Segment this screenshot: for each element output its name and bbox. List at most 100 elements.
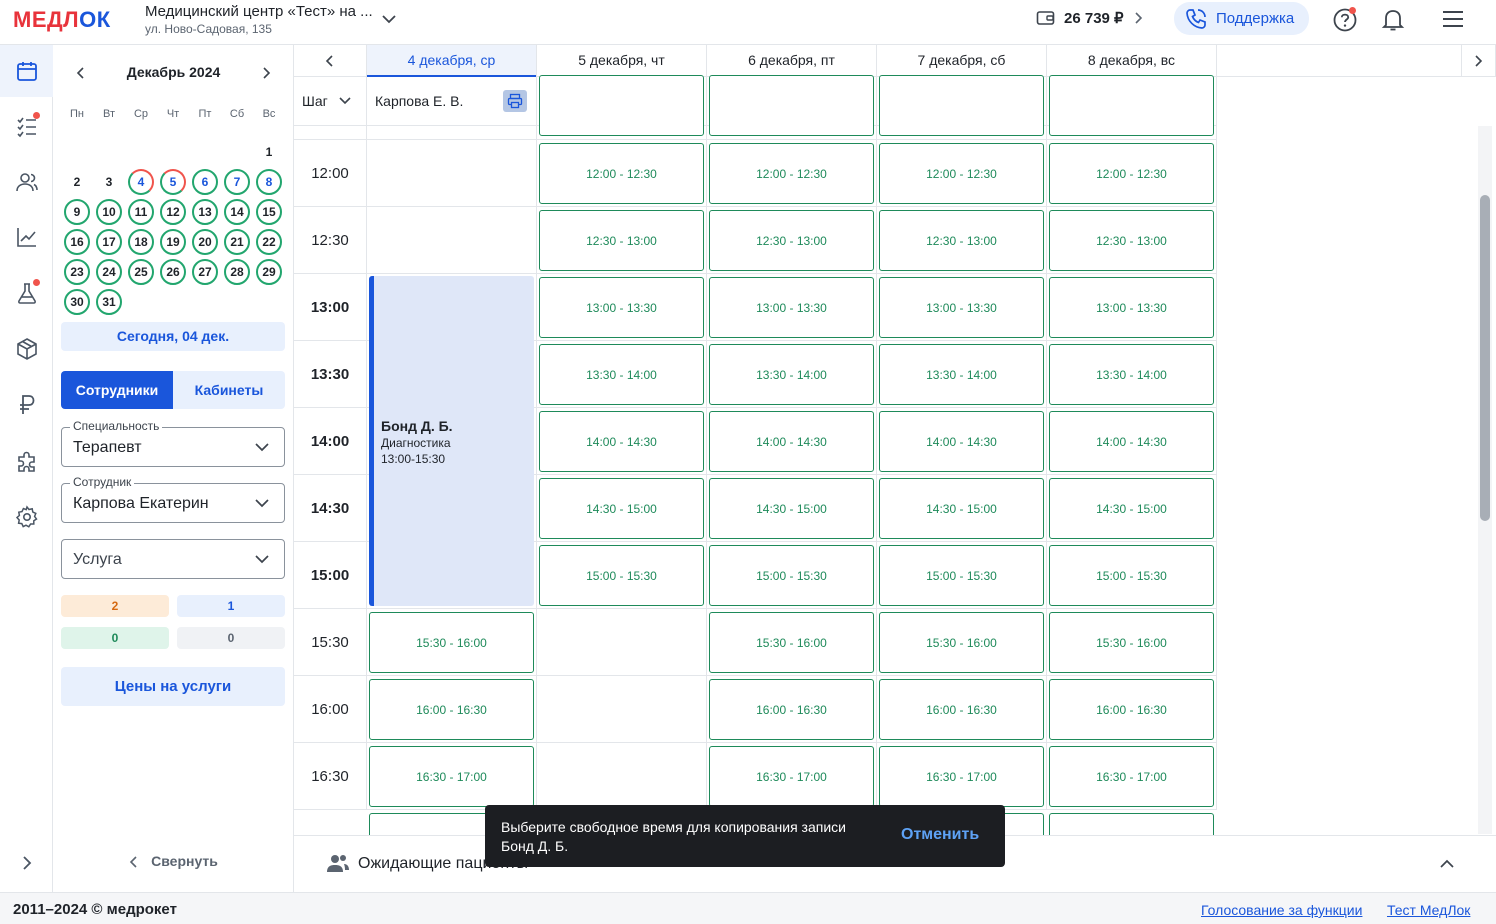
help-icon[interactable]	[1332, 7, 1358, 33]
time-slot[interactable]: 14:00 - 14:30	[709, 411, 874, 472]
test-medlok-link[interactable]: Тест МедЛок	[1387, 902, 1470, 918]
calendar-day[interactable]: 17	[96, 229, 122, 255]
support-button[interactable]: Поддержка	[1174, 2, 1309, 35]
time-slot[interactable]: 15:30 - 16:00	[709, 612, 874, 673]
calendar-day[interactable]: 14	[224, 199, 250, 225]
calendar-day[interactable]: 18	[128, 229, 154, 255]
time-slot[interactable]: 15:00 - 15:30	[539, 545, 704, 606]
calendar-day[interactable]: 22	[256, 229, 282, 255]
time-slot[interactable]	[1049, 75, 1214, 136]
calendar-day[interactable]: 30	[64, 289, 90, 315]
time-slot[interactable]	[879, 75, 1044, 136]
nav-finance[interactable]	[0, 379, 53, 431]
employee-select[interactable]: Сотрудник Карпова Екатерин	[61, 475, 285, 523]
time-slot[interactable]	[709, 75, 874, 136]
calendar-day[interactable]: 13	[192, 199, 218, 225]
balance[interactable]: 26 739 ₽	[1036, 9, 1144, 27]
calendar-day[interactable]: 27	[192, 259, 218, 285]
nav-patients[interactable]	[0, 156, 53, 208]
time-slot[interactable]: 16:30 - 17:00	[369, 746, 534, 807]
nav-calendar[interactable]	[0, 45, 53, 97]
next-month-icon[interactable]	[260, 66, 272, 80]
grid-cell[interactable]	[537, 676, 707, 743]
time-slot[interactable]: 14:30 - 15:00	[1049, 478, 1214, 539]
time-slot[interactable]: 15:00 - 15:30	[1049, 545, 1214, 606]
time-slot[interactable]: 13:00 - 13:30	[1049, 277, 1214, 338]
toast-cancel-button[interactable]: Отменить	[901, 826, 979, 844]
time-slot[interactable]: 12:00 - 12:30	[539, 143, 704, 204]
clinic-name[interactable]: Медицинский центр «Тест» на ...	[145, 3, 373, 20]
time-slot[interactable]: 15:30 - 16:00	[1049, 612, 1214, 673]
calendar-day[interactable]: 23	[64, 259, 90, 285]
time-slot[interactable]: 13:30 - 14:00	[539, 344, 704, 405]
calendar-day[interactable]: 26	[160, 259, 186, 285]
nav-settings[interactable]	[0, 491, 53, 543]
calendar-day[interactable]: 3	[96, 169, 122, 195]
calendar-day[interactable]: 1	[256, 139, 282, 165]
nav-warehouse[interactable]	[0, 323, 53, 375]
tab-rooms[interactable]: Кабинеты	[173, 371, 285, 409]
time-slot[interactable]: 16:30 - 17:00	[1049, 746, 1214, 807]
time-slot[interactable]: 14:30 - 15:00	[709, 478, 874, 539]
time-slot[interactable]: 12:00 - 12:30	[709, 143, 874, 204]
time-slot[interactable]: 16:00 - 16:30	[879, 679, 1044, 740]
grid-cell[interactable]	[537, 609, 707, 676]
expand-rail-button[interactable]	[0, 837, 53, 889]
collapse-button[interactable]: Свернуть	[53, 853, 294, 869]
time-slot[interactable]: 13:30 - 14:00	[709, 344, 874, 405]
time-slot[interactable]: 12:30 - 13:00	[1049, 210, 1214, 271]
vote-link[interactable]: Голосование за функции	[1201, 902, 1362, 918]
next-days-button[interactable]	[1461, 45, 1496, 77]
calendar-day[interactable]: 16	[64, 229, 90, 255]
time-slot[interactable]: 16:00 - 16:30	[369, 679, 534, 740]
time-slot[interactable]: 15:00 - 15:30	[879, 545, 1044, 606]
time-slot[interactable]: 14:00 - 14:30	[879, 411, 1044, 472]
time-slot[interactable]: 12:30 - 13:00	[539, 210, 704, 271]
tab-staff[interactable]: Сотрудники	[61, 371, 173, 409]
time-slot[interactable]	[539, 75, 704, 136]
scrollbar-thumb[interactable]	[1480, 195, 1490, 521]
time-slot[interactable]: 13:30 - 14:00	[1049, 344, 1214, 405]
time-slot[interactable]: 12:30 - 13:00	[879, 210, 1044, 271]
time-slot[interactable]: 15:00 - 15:30	[709, 545, 874, 606]
time-slot[interactable]: 12:30 - 13:00	[709, 210, 874, 271]
nav-lab[interactable]	[0, 267, 53, 319]
grid-cell[interactable]	[367, 207, 537, 274]
calendar-day[interactable]: 7	[224, 169, 250, 195]
appointment-card[interactable]: Бонд Д. Б. Диагностика 13:00-15:30	[369, 276, 534, 606]
calendar-day[interactable]: 20	[192, 229, 218, 255]
time-slot[interactable]: 16:00 - 16:30	[1049, 679, 1214, 740]
calendar-day[interactable]: 5	[160, 169, 186, 195]
time-slot[interactable]: 14:30 - 15:00	[879, 478, 1044, 539]
time-slot[interactable]: 15:30 - 16:00	[369, 612, 534, 673]
time-slot[interactable]: 12:00 - 12:30	[879, 143, 1044, 204]
time-slot[interactable]	[1049, 813, 1214, 835]
time-slot[interactable]: 13:00 - 13:30	[709, 277, 874, 338]
specialty-select[interactable]: Специальность Терапевт	[61, 419, 285, 467]
clinic-chevron-down-icon[interactable]	[380, 10, 398, 28]
calendar-day[interactable]: 11	[128, 199, 154, 225]
calendar-day[interactable]: 4	[128, 169, 154, 195]
grid-cell[interactable]	[367, 140, 537, 207]
time-slot[interactable]: 13:00 - 13:30	[539, 277, 704, 338]
time-slot[interactable]: 12:00 - 12:30	[1049, 143, 1214, 204]
today-button[interactable]: Сегодня, 04 дек.	[61, 322, 285, 351]
calendar-day[interactable]: 15	[256, 199, 282, 225]
calendar-day[interactable]: 28	[224, 259, 250, 285]
time-slot[interactable]: 16:00 - 16:30	[709, 679, 874, 740]
calendar-day[interactable]: 8	[256, 169, 282, 195]
logo[interactable]: МЕДЛОК	[13, 7, 111, 33]
nav-tasks[interactable]	[0, 100, 53, 152]
calendar-day[interactable]: 6	[192, 169, 218, 195]
service-select[interactable]: Услуга	[61, 539, 285, 579]
time-slot[interactable]: 13:00 - 13:30	[879, 277, 1044, 338]
calendar-day[interactable]: 2	[64, 169, 90, 195]
grid-cell[interactable]	[367, 73, 537, 140]
time-slot[interactable]: 15:30 - 16:00	[879, 612, 1044, 673]
time-slot[interactable]: 14:00 - 14:30	[1049, 411, 1214, 472]
calendar-day[interactable]: 10	[96, 199, 122, 225]
time-slot[interactable]: 14:00 - 14:30	[539, 411, 704, 472]
time-slot[interactable]: 16:30 - 17:00	[709, 746, 874, 807]
menu-icon[interactable]	[1441, 9, 1465, 29]
calendar-day[interactable]: 24	[96, 259, 122, 285]
